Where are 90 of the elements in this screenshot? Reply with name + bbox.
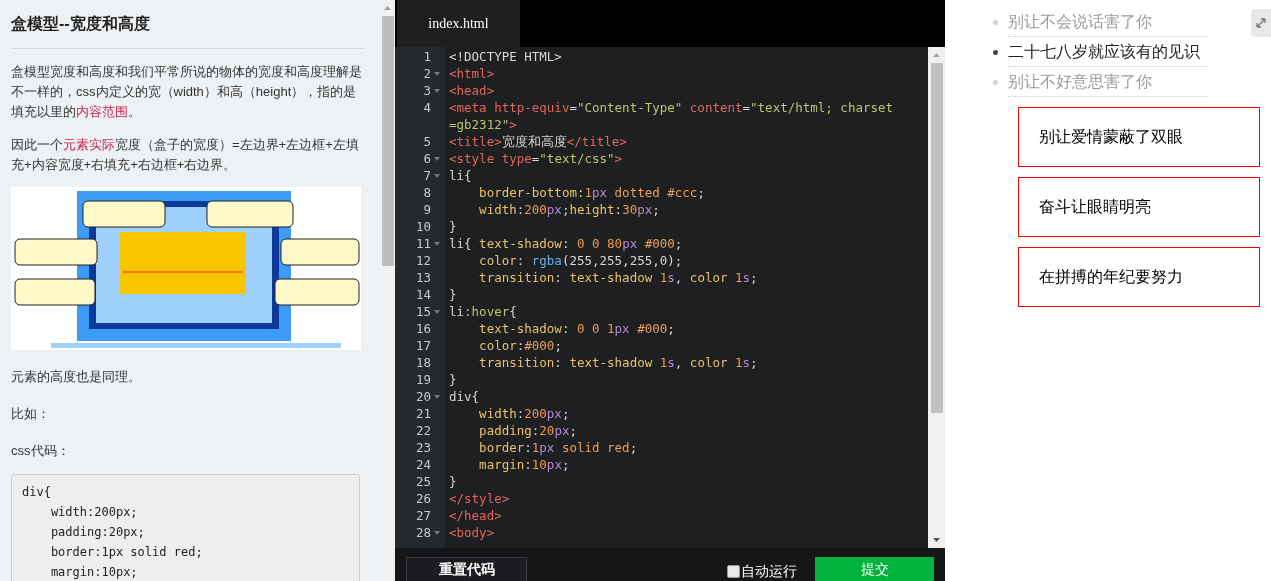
fold-arrow-icon[interactable] — [434, 394, 440, 399]
code-line: <title>宽度和高度</title> — [448, 133, 628, 150]
line-number: 15 — [414, 303, 431, 320]
line-number: 12 — [414, 252, 431, 269]
paragraph: 盒模型宽度和高度和我们平常所说的物体的宽度和高度理解是不一样的，css内定义的宽（width）和高（height），指的是填充以里的内容范围。 — [11, 63, 363, 121]
line-number: 26 — [414, 490, 431, 507]
line-number: 17 — [414, 337, 431, 354]
line-number: 5 — [422, 133, 431, 150]
bullet-icon — [993, 79, 998, 85]
code-line: } — [448, 286, 458, 303]
line-number: 4 — [422, 99, 431, 116]
fold-arrow-icon[interactable] — [434, 309, 440, 314]
list-item: 别让不好意思害了你 — [1008, 67, 1208, 97]
line-number: 8 — [422, 184, 431, 201]
code-line: } — [448, 371, 458, 388]
code-line: width:200px; — [478, 405, 571, 422]
fold-arrow-icon[interactable] — [434, 88, 440, 93]
code-line: border-bottom:1px dotted #ccc; — [478, 184, 706, 201]
code-block: div{ width:200px; padding:20px; border:1px solid red; margin:10px; — [11, 474, 360, 581]
code-line: border:1px solid red; — [478, 439, 639, 456]
code-line: } — [448, 473, 458, 490]
line-number: 18 — [414, 354, 431, 371]
code-line: <body> — [448, 524, 496, 541]
line-number: 25 — [414, 473, 431, 490]
code-line: </head> — [448, 507, 503, 524]
line-number: 28 — [414, 524, 431, 541]
article-title: 盒模型--宽度和高度 — [11, 12, 364, 49]
checkbox[interactable] — [727, 565, 740, 578]
line-number: 11 — [414, 235, 431, 252]
scroll-down-icon[interactable] — [933, 538, 940, 542]
code-line: </style> — [448, 490, 511, 507]
line-number: 2 — [422, 65, 431, 82]
line-number: 16 — [414, 320, 431, 337]
line-number: 19 — [414, 371, 431, 388]
reset-code-button[interactable]: 重置代码 — [406, 557, 527, 581]
code-line: =gb2312"> — [448, 116, 518, 133]
code-line: <head> — [448, 82, 496, 99]
fold-arrow-icon[interactable] — [434, 241, 440, 246]
code-line: <meta http-equiv="Content-Type" content="text/html; charset — [448, 99, 895, 116]
line-number: 10 — [414, 218, 431, 235]
auto-run-label[interactable]: 自动运行 — [741, 561, 797, 581]
paragraph: css代码： — [11, 442, 71, 460]
code-line: color: rgba(255,255,255,0); — [478, 252, 684, 269]
fold-arrow-icon[interactable] — [434, 173, 440, 178]
code-line: li{ — [448, 167, 473, 184]
code-line: transition: text-shadow 1s, color 1s; — [478, 354, 759, 371]
line-number: 13 — [414, 269, 431, 286]
fold-arrow-icon[interactable] — [434, 530, 440, 535]
code-line: transition: text-shadow 1s, color 1s; — [478, 269, 759, 286]
code-line: li{ text-shadow: 0 0 80px #000; — [448, 235, 684, 252]
bullet-icon — [993, 19, 998, 25]
line-number: 23 — [414, 439, 431, 456]
line-number: 1 — [422, 48, 431, 65]
code-line: <html> — [448, 65, 496, 82]
file-tab[interactable]: index.html — [397, 0, 520, 47]
text-box: 别让爱情蒙蔽了双眼 — [1018, 107, 1260, 167]
line-number: 20 — [414, 388, 431, 405]
line-number: 21 — [414, 405, 431, 422]
code-line: margin:10px; — [478, 456, 571, 473]
code-line: } — [448, 218, 458, 235]
line-number: 14 — [414, 286, 431, 303]
line-number: 3 — [422, 82, 431, 99]
line-number: 7 — [422, 167, 431, 184]
line-number: 24 — [414, 456, 431, 473]
paragraph: 元素的高度也是同理。 — [11, 368, 142, 386]
list-item: 别让不会说话害了你 — [1008, 7, 1208, 37]
code-line: div{ — [448, 388, 481, 405]
text-box: 奋斗让眼睛明亮 — [1018, 177, 1260, 237]
code-line: width:200px;height:30px; — [478, 201, 661, 218]
line-number: 22 — [414, 422, 431, 439]
code-line: li:hover{ — [448, 303, 518, 320]
code-line: text-shadow: 0 0 1px #000; — [478, 320, 676, 337]
code-line: <style type="text/css"> — [448, 150, 624, 167]
list-item: 二十七八岁就应该有的见识 — [1008, 37, 1208, 67]
fold-arrow-icon[interactable] — [434, 71, 440, 76]
scrollbar[interactable] — [928, 47, 945, 548]
paragraph: 比如： — [11, 405, 51, 423]
code-line: <!DOCTYPE HTML> — [448, 48, 563, 65]
bullet-icon — [993, 49, 998, 55]
fold-arrow-icon[interactable] — [434, 156, 440, 161]
expand-icon[interactable] — [1251, 9, 1271, 37]
line-number: 27 — [414, 507, 431, 524]
line-number: 9 — [422, 201, 431, 218]
text-box: 在拼搏的年纪要努力 — [1018, 247, 1260, 307]
scroll-up-icon[interactable] — [933, 53, 940, 57]
code-line: color:#000; — [478, 337, 563, 354]
scroll-up-icon[interactable] — [384, 6, 391, 10]
line-number: 6 — [422, 150, 431, 167]
code-line: padding:20px; — [478, 422, 578, 439]
paragraph: 因此一个元素实际宽度（盒子的宽度）=左边界+左边框+左填充+内容宽度+右填充+右边框+右边界。 — [11, 136, 360, 174]
